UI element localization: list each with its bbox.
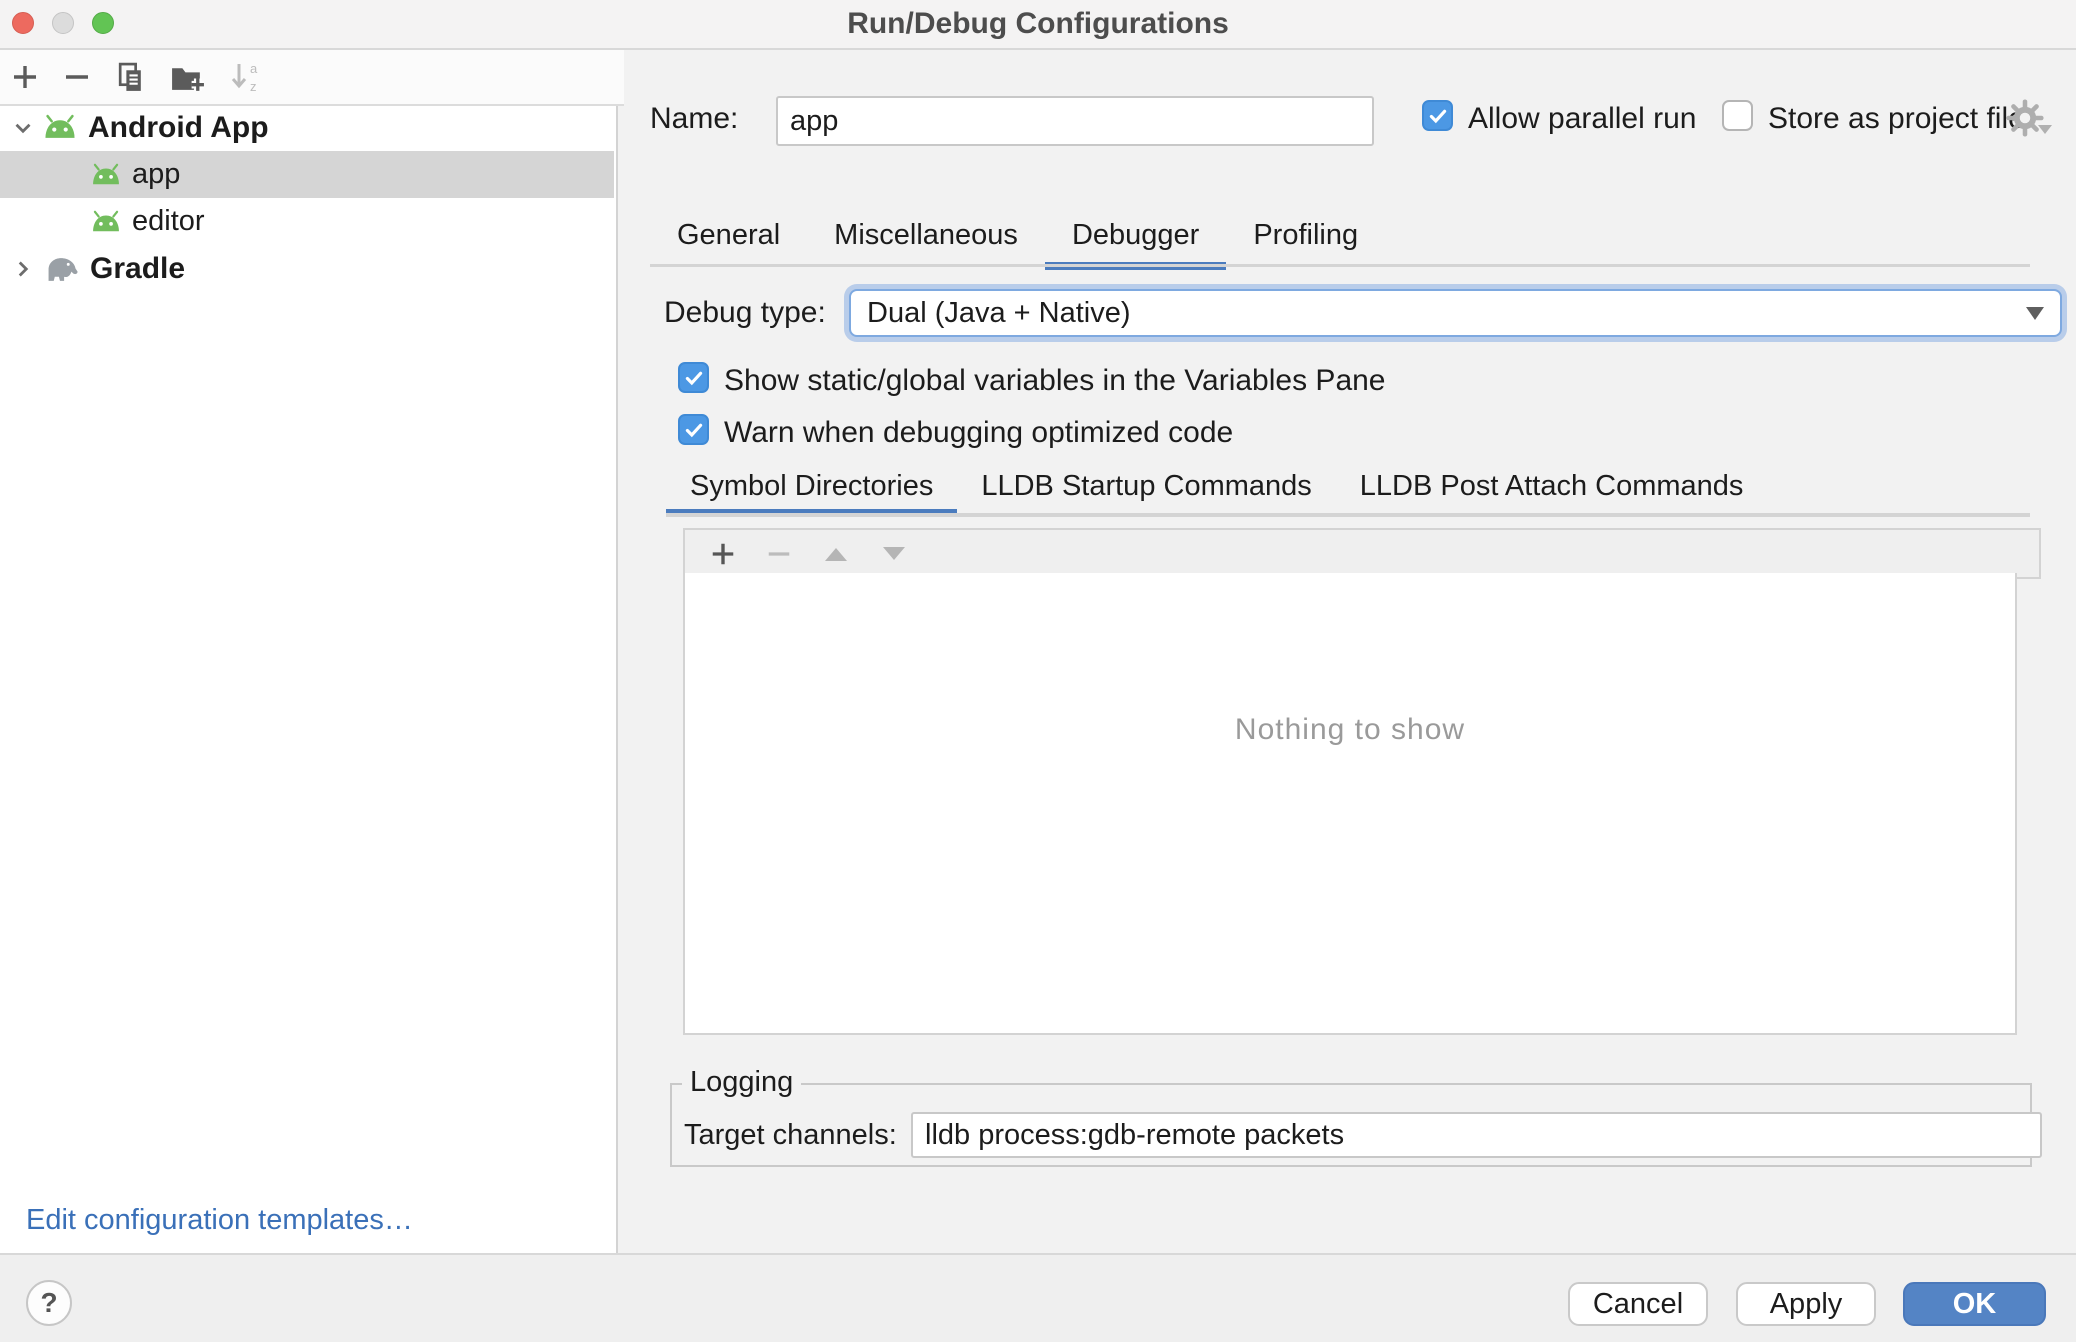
symbols-table: Nothing to show [683,573,2017,1035]
svg-text:z: z [250,79,257,94]
remove-icon [765,540,793,568]
tree-item-label: Android App [88,111,269,145]
add-symbol-directory-button[interactable] [709,540,737,568]
configuration-tabs: General Miscellaneous Debugger Profiling [650,206,1385,264]
warn-optimized-code-checkbox[interactable] [678,414,709,445]
svg-text:a: a [250,61,258,76]
target-channels-label: Target channels: [684,1119,897,1152]
tree-item-editor[interactable]: editor [0,198,614,245]
window-title: Run/Debug Configurations [0,0,2076,48]
name-label: Name: [650,102,738,136]
remove-configuration-button[interactable] [62,62,92,92]
copy-configuration-button[interactable] [114,61,147,94]
new-folder-icon [169,61,206,94]
move-up-button[interactable] [821,542,851,566]
chevron-right-icon[interactable] [8,256,38,282]
add-icon [709,540,737,568]
sort-configurations-button[interactable]: a z [228,60,262,94]
check-icon [683,419,705,441]
remove-icon [62,62,92,92]
configurations-sidebar: a z Android App [0,50,618,1253]
symbols-table-toolbar [683,528,2041,579]
debug-type-value: Dual (Java + Native) [867,297,1131,330]
add-configuration-button[interactable] [10,62,40,92]
tree-item-label: app [132,158,180,191]
lldb-subtabs: Symbol Directories LLDB Startup Commands… [666,460,1767,513]
target-channels-input[interactable] [911,1112,2042,1158]
sidebar-toolbar: a z [0,50,624,106]
sort-alphabetically-icon: a z [228,60,262,94]
copy-icon [114,61,147,94]
tab-profiling[interactable]: Profiling [1226,206,1385,264]
ok-button[interactable]: OK [1903,1282,2046,1326]
subtab-lldb-startup-commands[interactable]: LLDB Startup Commands [957,460,1335,513]
debug-type-select[interactable]: Dual (Java + Native) [849,289,2062,337]
tabs-divider [650,264,2030,267]
check-icon [1427,105,1449,127]
run-debug-configurations-dialog: Run/Debug Configurations [0,0,2076,1342]
store-as-project-file-checkbox[interactable] [1722,100,1753,131]
logging-group-label: Logging [682,1066,801,1099]
subtabs-divider [666,513,2030,517]
gradle-icon [42,254,80,283]
tree-item-app[interactable]: app [0,151,614,198]
chevron-down-icon[interactable] [8,115,38,141]
name-input[interactable] [776,96,1374,146]
subtab-lldb-post-attach-commands[interactable]: LLDB Post Attach Commands [1336,460,1768,513]
allow-parallel-run-checkbox[interactable] [1422,100,1453,131]
android-icon [90,163,122,187]
empty-table-text: Nothing to show [1235,713,1465,747]
edit-configuration-templates-link[interactable]: Edit configuration templates… [26,1204,413,1237]
remove-symbol-directory-button[interactable] [765,540,793,568]
move-down-button[interactable] [879,542,909,566]
debug-type-label: Debug type: [664,296,826,330]
dialog-footer: ? Cancel Apply OK [0,1253,2076,1342]
show-static-variables-checkbox[interactable] [678,362,709,393]
tab-general[interactable]: General [650,206,807,264]
allow-parallel-run-label[interactable]: Allow parallel run [1468,102,1696,136]
android-icon [42,114,78,141]
chevron-down-icon [2038,125,2052,134]
store-as-project-file-label[interactable]: Store as project file [1768,102,2025,136]
create-folder-button[interactable] [169,61,206,94]
android-icon [90,210,122,234]
tree-item-android-app[interactable]: Android App [0,104,614,151]
arrow-up-icon [821,542,851,566]
help-button[interactable]: ? [26,1280,72,1326]
tab-miscellaneous[interactable]: Miscellaneous [807,206,1045,264]
cancel-button[interactable]: Cancel [1568,1282,1708,1326]
tab-debugger[interactable]: Debugger [1045,206,1226,264]
show-static-variables-label[interactable]: Show static/global variables in the Vari… [724,364,1386,398]
dropdown-arrow-icon [2026,307,2044,320]
tree-item-gradle[interactable]: Gradle [0,245,614,292]
store-settings-gear-button[interactable] [2002,96,2048,142]
subtab-symbol-directories[interactable]: Symbol Directories [666,460,957,513]
tree-item-label: editor [132,205,205,238]
add-icon [10,62,40,92]
check-icon [683,367,705,389]
arrow-down-icon [879,542,909,566]
apply-button[interactable]: Apply [1736,1282,1876,1326]
titlebar: Run/Debug Configurations [0,0,2076,50]
tree-item-label: Gradle [90,252,185,286]
warn-optimized-code-label[interactable]: Warn when debugging optimized code [724,416,1233,450]
